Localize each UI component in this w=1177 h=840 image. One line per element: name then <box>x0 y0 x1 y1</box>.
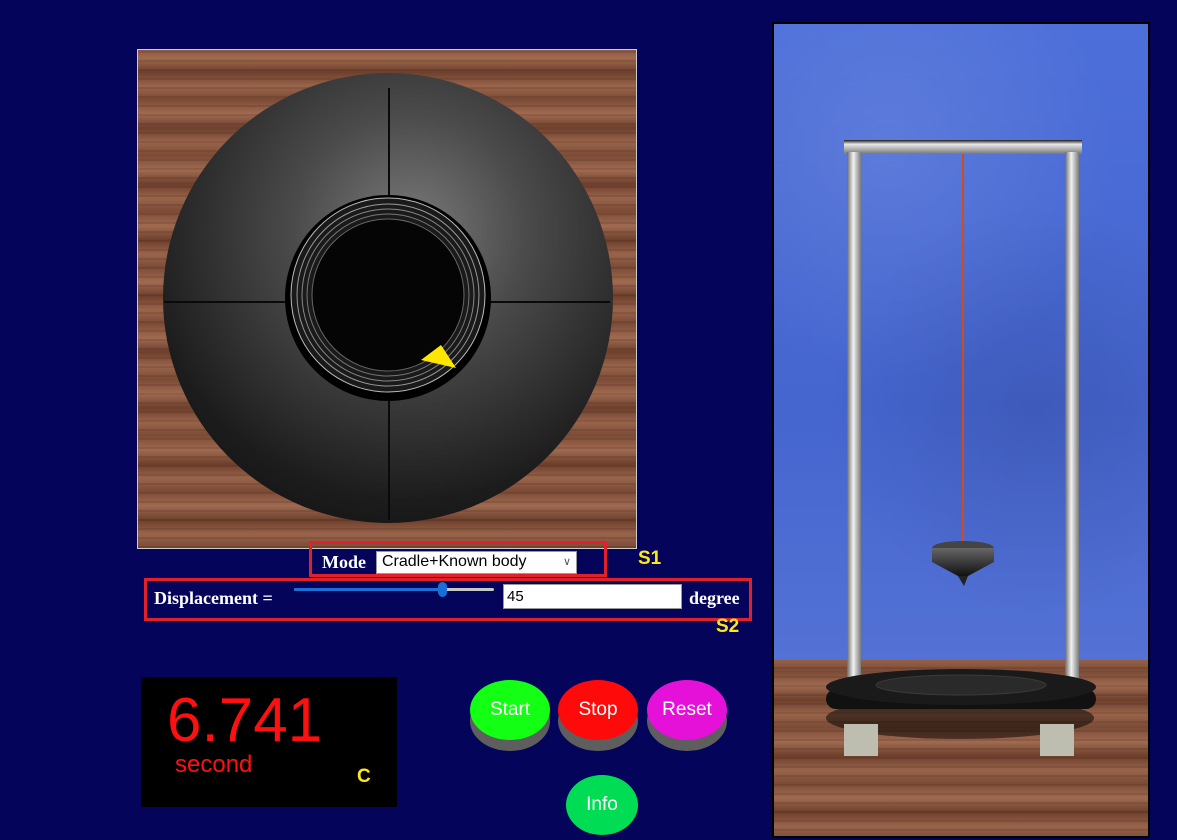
timer-value: 6.741 <box>167 686 323 755</box>
tag-s2: S2 <box>716 616 740 637</box>
stop-button[interactable]: Stop <box>558 680 638 740</box>
displacement-label: Displacement = <box>154 588 273 608</box>
slider-fill <box>294 588 442 591</box>
degree-unit-label: degree <box>689 588 740 608</box>
displacement-slider[interactable] <box>294 588 494 591</box>
mode-select[interactable]: Cradle+Known body ∨ <box>376 551 577 574</box>
tag-s1: S1 <box>638 548 662 569</box>
mode-label: Mode <box>322 552 366 572</box>
mode-select-value: Cradle+Known body <box>382 553 527 570</box>
cradle-top-view <box>137 49 637 549</box>
top-crossbar <box>844 140 1082 154</box>
info-button[interactable]: Info <box>566 775 638 835</box>
left-support-rod <box>847 152 861 692</box>
known-body <box>932 548 994 576</box>
displacement-input[interactable]: 45 <box>503 584 682 609</box>
right-support-rod <box>1065 152 1079 692</box>
left-foot <box>844 724 878 756</box>
cradle-disc-graphic <box>163 73 613 523</box>
right-foot <box>1040 724 1074 756</box>
timer-unit: second <box>175 751 253 778</box>
slider-thumb[interactable] <box>438 582 447 597</box>
tag-c: C <box>357 766 371 787</box>
pendulum-side-view <box>772 22 1150 838</box>
chevron-down-icon: ∨ <box>562 556 571 568</box>
start-button[interactable]: Start <box>470 680 550 740</box>
reset-button[interactable]: Reset <box>647 680 727 740</box>
torsion-pendulum-apparatus <box>826 140 1096 756</box>
